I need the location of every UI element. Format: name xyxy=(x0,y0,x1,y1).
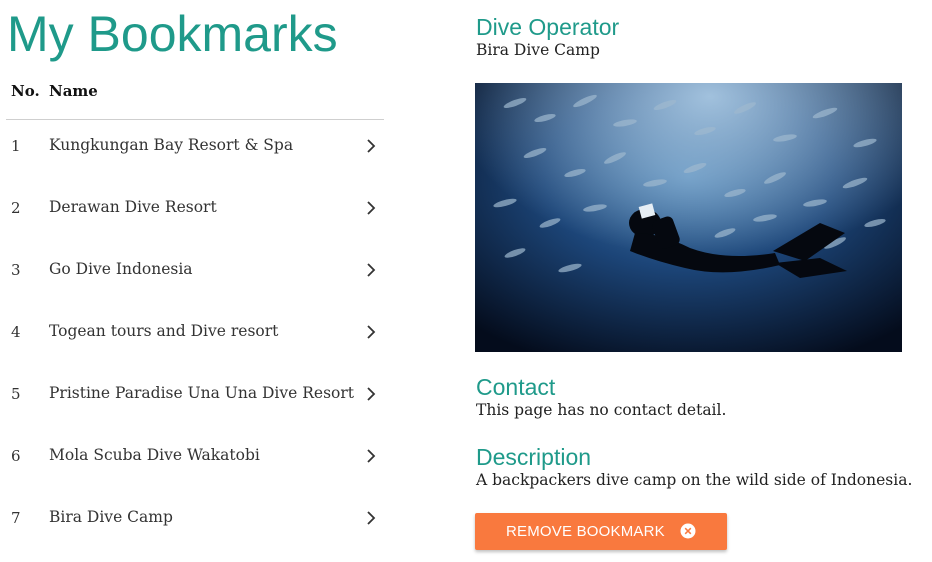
chevron-right-icon[interactable] xyxy=(364,510,378,526)
row-number: 7 xyxy=(11,509,21,527)
column-header-name: Name xyxy=(49,82,98,100)
remove-bookmark-label: REMOVE BOOKMARK xyxy=(506,523,665,540)
operator-photo xyxy=(475,83,902,352)
chevron-right-icon[interactable] xyxy=(364,386,378,402)
row-number: 5 xyxy=(11,385,21,403)
contact-text: This page has no contact detail. xyxy=(476,401,727,419)
row-number: 1 xyxy=(11,137,21,155)
page-title: My Bookmarks xyxy=(7,6,338,62)
contact-heading: Contact xyxy=(476,374,556,400)
row-name: Pristine Paradise Una Una Dive Resort xyxy=(49,384,355,402)
chevron-right-icon[interactable] xyxy=(364,200,378,216)
bookmark-row[interactable]: 3 Go Dive Indonesia xyxy=(6,244,384,306)
row-name: Mola Scuba Dive Wakatobi xyxy=(49,446,260,464)
bookmark-row[interactable]: 5 Pristine Paradise Una Una Dive Resort xyxy=(6,368,384,430)
row-number: 2 xyxy=(11,199,21,217)
description-text: A backpackers dive camp on the wild side… xyxy=(476,471,913,489)
description-heading: Description xyxy=(476,444,592,470)
chevron-right-icon[interactable] xyxy=(364,324,378,340)
bookmark-row[interactable]: 1 Kungkungan Bay Resort & Spa xyxy=(6,120,384,182)
row-name: Derawan Dive Resort xyxy=(49,198,217,216)
bookmark-row[interactable]: 6 Mola Scuba Dive Wakatobi xyxy=(6,430,384,492)
bookmarks-table-header: No. Name xyxy=(6,82,384,120)
row-name: Go Dive Indonesia xyxy=(49,260,193,278)
bookmark-row[interactable]: 7 Bira Dive Camp xyxy=(6,492,384,554)
row-number: 6 xyxy=(11,447,21,465)
row-name: Bira Dive Camp xyxy=(49,508,173,526)
chevron-right-icon[interactable] xyxy=(364,138,378,154)
operator-heading: Dive Operator xyxy=(476,14,620,40)
row-name: Kungkungan Bay Resort & Spa xyxy=(49,136,294,154)
column-header-no: No. xyxy=(11,82,40,100)
chevron-right-icon[interactable] xyxy=(364,262,378,278)
operator-name: Bira Dive Camp xyxy=(476,41,600,59)
close-circle-icon xyxy=(680,523,696,539)
row-name: Togean tours and Dive resort xyxy=(49,322,279,340)
remove-bookmark-button[interactable]: REMOVE BOOKMARK xyxy=(475,513,727,550)
row-number: 3 xyxy=(11,261,21,279)
chevron-right-icon[interactable] xyxy=(364,448,378,464)
bookmark-row[interactable]: 4 Togean tours and Dive resort xyxy=(6,306,384,368)
bookmark-row[interactable]: 2 Derawan Dive Resort xyxy=(6,182,384,244)
row-number: 4 xyxy=(11,323,21,341)
